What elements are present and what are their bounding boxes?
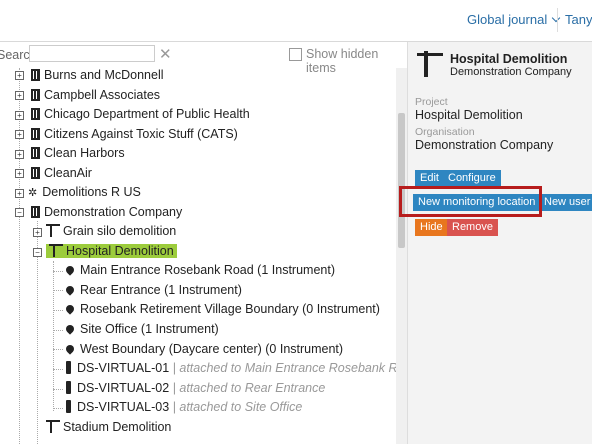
annotation-highlight-box (399, 186, 542, 217)
expand-toggle[interactable]: + (33, 228, 42, 237)
building-icon (31, 89, 40, 101)
selected-highlight: Hospital Demolition (46, 244, 177, 258)
crane-icon (49, 244, 63, 257)
user-menu[interactable]: Tanya (565, 12, 592, 27)
detail-panel: Hospital Demolition Demonstration Compan… (408, 42, 592, 444)
tree-item-location[interactable]: Main Entrance Rosebank Road (1 Instrumen… (64, 261, 335, 280)
project-value: Hospital Demolition (415, 108, 523, 122)
collapse-toggle[interactable]: − (15, 208, 24, 217)
hide-button[interactable]: Hide (415, 219, 448, 236)
tree-item-org[interactable]: Chicago Department of Public Health (31, 105, 250, 124)
remove-button[interactable]: Remove (447, 219, 498, 236)
project-label: Project (415, 96, 448, 108)
tree-item-org[interactable]: Burns and McDonnell (31, 68, 164, 85)
device-icon (66, 361, 71, 374)
tree-guide-line (53, 330, 63, 331)
clear-search-icon[interactable]: ✕ (159, 45, 172, 63)
crane-icon (46, 420, 60, 433)
tree-guide-line (53, 290, 63, 291)
location-pin-icon (64, 343, 76, 355)
tree-guide-line (53, 349, 63, 350)
tree-item-location[interactable]: West Boundary (Daycare center) (0 Instru… (64, 340, 343, 359)
tree-item-device[interactable]: DS-VIRTUAL-03 | attached to Site Office (66, 398, 302, 417)
tree-guide-line (19, 68, 20, 444)
device-icon (66, 381, 71, 394)
device-icon (66, 400, 71, 413)
detail-subtitle: Demonstration Company (450, 66, 572, 78)
detail-title: Hospital Demolition (450, 52, 568, 66)
tree-item-location[interactable]: Site Office (1 Instrument) (64, 320, 219, 339)
tree-guide-line (53, 369, 63, 370)
tree-item-org[interactable]: Clean Harbors (31, 144, 125, 163)
collapse-toggle[interactable]: − (33, 248, 42, 257)
show-hidden-checkbox[interactable] (289, 48, 302, 61)
search-input[interactable] (29, 45, 155, 62)
building-icon (31, 206, 40, 218)
organisation-tree: + Burns and McDonnell + Campbell Associa… (0, 68, 396, 444)
expand-toggle[interactable]: + (15, 111, 24, 120)
tree-item-project[interactable]: Grain silo demolition (46, 222, 176, 241)
location-pin-icon (64, 323, 76, 335)
organisation-value: Demonstration Company (415, 138, 554, 152)
tree-item-project-selected[interactable]: Hospital Demolition (46, 242, 177, 261)
tree-item-org-expanded[interactable]: Demonstration Company (31, 203, 182, 222)
tree-guide-line (53, 271, 63, 272)
expand-toggle[interactable]: + (15, 130, 24, 139)
tree-item-org[interactable]: Citizens Against Toxic Stuff (CATS) (31, 125, 238, 144)
building-icon (31, 167, 40, 179)
crane-icon (417, 51, 443, 77)
expand-toggle[interactable]: + (15, 189, 24, 198)
journal-label: Global journal (467, 12, 548, 27)
building-icon (31, 69, 40, 81)
tree-item-device[interactable]: DS-VIRTUAL-01 | attached to Main Entranc… (66, 359, 396, 378)
tree-item-org[interactable]: CleanAir (31, 164, 92, 183)
edit-button[interactable]: Edit (415, 170, 444, 187)
tree-item-device[interactable]: DS-VIRTUAL-02 | attached to Rear Entranc… (66, 379, 325, 398)
building-icon (31, 108, 40, 120)
location-pin-icon (64, 303, 76, 315)
tree-item-location[interactable]: Rear Entrance (1 Instrument) (64, 281, 242, 300)
new-user-button[interactable]: New user (539, 194, 592, 211)
expand-toggle[interactable]: + (15, 71, 24, 80)
tree-item-location[interactable]: Rosebank Retirement Village Boundary (0 … (64, 300, 380, 319)
expand-toggle[interactable]: + (15, 91, 24, 100)
tree-item-org[interactable]: Campbell Associates (31, 86, 160, 105)
location-pin-icon (64, 264, 76, 276)
building-icon (31, 147, 40, 159)
divider (557, 8, 558, 32)
expand-toggle[interactable]: + (15, 169, 24, 178)
expand-toggle[interactable]: + (15, 150, 24, 159)
configure-button[interactable]: Configure (443, 170, 501, 187)
tree-item-org[interactable]: ✲ Demolitions R US (28, 183, 141, 202)
organisation-label: Organisation (415, 126, 475, 138)
crane-icon (46, 224, 60, 237)
tree-toolbar: Search ✕ Show hidden items (0, 42, 407, 75)
building-icon (31, 128, 40, 140)
tree-guide-line (53, 408, 63, 409)
tree-item-project[interactable]: Stadium Demolition (46, 418, 171, 437)
network-icon: ✲ (28, 187, 38, 199)
scrollbar-thumb[interactable] (398, 113, 405, 248)
tree-guide-line (53, 310, 63, 311)
location-pin-icon (64, 284, 76, 296)
tree-scrollbar[interactable] (396, 68, 407, 444)
top-bar: Global journal Tanya (0, 0, 592, 42)
tree-guide-line (53, 389, 63, 390)
journal-dropdown[interactable]: Global journal (467, 12, 561, 27)
